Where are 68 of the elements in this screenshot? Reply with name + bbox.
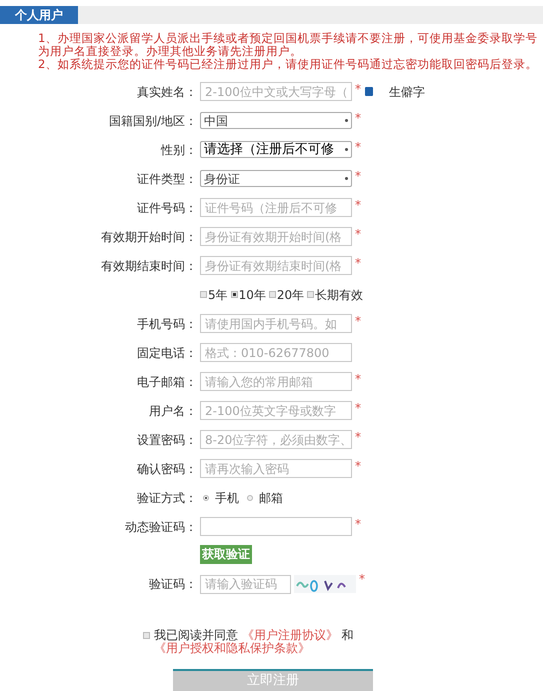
- required-mark: *: [355, 226, 361, 243]
- required-mark: *: [355, 197, 361, 214]
- field-label: 固定电话：: [137, 344, 197, 362]
- tab[interactable]: 个人用户: [0, 6, 78, 24]
- required-mark: *: [355, 110, 361, 127]
- checkbox-label: 长期有效: [315, 286, 364, 304]
- field-label: 验证方式：: [137, 490, 197, 506]
- field-label: 用户名：: [149, 402, 197, 420]
- agreement-link[interactable]: 《用户注册协议》: [242, 628, 338, 642]
- text-field[interactable]: 证件号码（注册后不可修: [200, 198, 352, 217]
- text-field[interactable]: 8-20位字符，必须由数字、: [200, 430, 352, 449]
- field-label: 手机号码：: [137, 316, 197, 332]
- text-field[interactable]: 请再次输入密码: [200, 459, 352, 478]
- agreement-text: 我已阅读并同意: [154, 628, 238, 642]
- radio-label: 邮箱: [259, 490, 283, 506]
- text-field[interactable]: 请使用国内手机号码。如: [200, 314, 352, 333]
- field-label: 国籍国别/地区：: [108, 112, 197, 130]
- field-label: 真实姓名：: [137, 84, 197, 100]
- field-label: 有效期结束时间：: [101, 258, 197, 274]
- required-mark: *: [359, 571, 365, 588]
- agreement-text: 和: [342, 628, 354, 642]
- radio-label: 手机: [215, 490, 239, 506]
- checkbox[interactable]: [307, 291, 314, 298]
- privacy-link[interactable]: 《用户授权和隐私保护条款》: [154, 641, 310, 655]
- text-field[interactable]: 2-100位英文字母或数字: [200, 401, 352, 420]
- checkbox-label: 10年: [238, 286, 266, 304]
- field-label: 确认密码：: [137, 460, 197, 478]
- field-label: 证件类型：: [137, 170, 197, 188]
- field-label: 动态验证码：: [125, 518, 197, 536]
- dropdown[interactable]: 请选择（注册后不可修: [200, 141, 352, 158]
- rare-character-link[interactable]: 生僻字: [389, 82, 425, 100]
- checkbox-label: 5年: [208, 286, 228, 304]
- checkbox[interactable]: [143, 632, 150, 639]
- field-label: 设置密码：: [137, 432, 197, 448]
- notice-text: 2、如系统提示您的证件号码已经注册过用户，请使用证件号码通过忘密功能取回密码后登录。: [38, 58, 538, 71]
- captcha-field[interactable]: 请输入验证码: [200, 574, 291, 594]
- text-field[interactable]: 身份证有效期开始时间(格: [200, 227, 352, 246]
- help-icon[interactable]: [365, 87, 373, 96]
- required-mark: *: [355, 139, 361, 156]
- required-mark: *: [355, 81, 361, 98]
- text-field[interactable]: 请输入您的常用邮箱: [200, 372, 352, 391]
- checkbox[interactable]: [200, 291, 207, 298]
- required-mark: *: [355, 516, 361, 533]
- field-label: 验证码：: [149, 576, 197, 593]
- field-label: 电子邮箱：: [137, 374, 197, 390]
- required-mark: *: [355, 313, 361, 330]
- required-mark: *: [355, 429, 361, 446]
- dropdown[interactable]: 中国: [200, 112, 352, 129]
- checkbox[interactable]: [268, 291, 276, 298]
- notice-text: 1、办理国家公派留学人员派出手续或者预定回国机票手续请不要注册，可使用基金委录取学号为用户名直接登录。办理其他业务请先注册用户。: [38, 32, 538, 58]
- checkbox-label: 20年: [276, 286, 304, 304]
- radio-button[interactable]: [247, 494, 253, 500]
- field-label: 有效期开始时间：: [101, 228, 197, 246]
- required-mark: *: [355, 400, 361, 417]
- text-field[interactable]: 格式：010-62677800: [200, 343, 352, 362]
- field-label: 证件号码：: [137, 200, 197, 216]
- text-field[interactable]: 身份证有效期结束时间(格: [200, 256, 352, 275]
- text-field[interactable]: 2-100位中文或大写字母（: [200, 82, 352, 101]
- dropdown[interactable]: 身份证: [200, 170, 352, 187]
- field-label: 性别：: [161, 142, 197, 158]
- text-field[interactable]: [200, 517, 352, 536]
- required-mark: *: [355, 458, 361, 475]
- required-mark: *: [355, 371, 361, 388]
- required-mark: *: [355, 168, 361, 185]
- get-code-button[interactable]: 获取验证: [200, 544, 252, 564]
- checkbox[interactable]: [230, 291, 238, 298]
- required-mark: *: [355, 255, 361, 272]
- radio-button[interactable]: [203, 494, 209, 500]
